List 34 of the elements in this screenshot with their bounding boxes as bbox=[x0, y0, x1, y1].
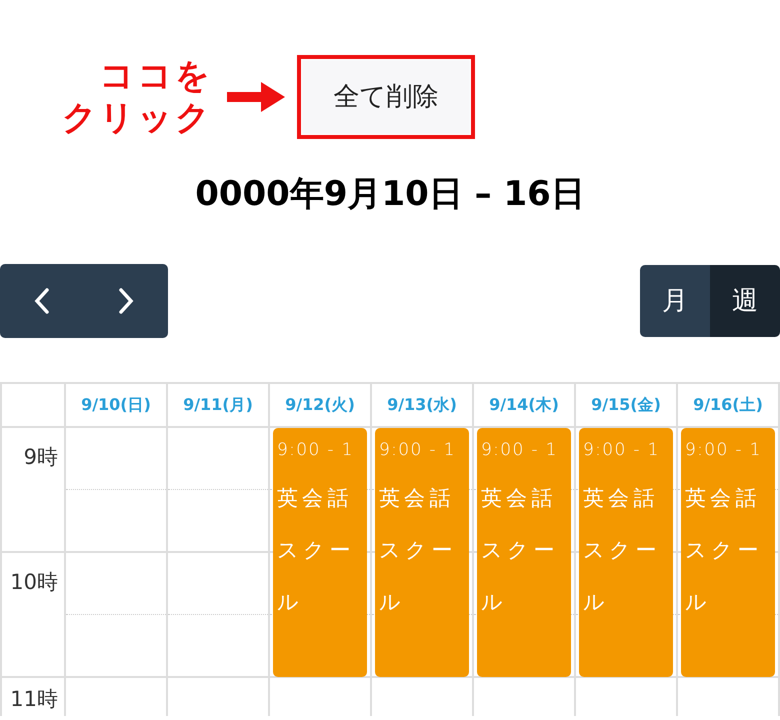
chevron-left-icon bbox=[34, 288, 50, 314]
day-header[interactable]: 9/10(日) bbox=[81, 393, 151, 417]
day-header[interactable]: 9/13(水) bbox=[387, 393, 457, 417]
hour-label: 9時 bbox=[24, 444, 58, 471]
arrow-icon bbox=[226, 80, 287, 114]
event-block[interactable]: 9:00 - 1 英会話スクール bbox=[681, 428, 775, 677]
day-header[interactable]: 9/14(木) bbox=[489, 393, 559, 417]
day-header[interactable]: 9/16(土) bbox=[693, 393, 763, 417]
event-title: 英会話スクール bbox=[685, 485, 764, 616]
day-header[interactable]: 9/12(火) bbox=[285, 393, 355, 417]
event-block[interactable]: 9:00 - 1 英会話スクール bbox=[477, 428, 571, 677]
event-time: 9:00 - 1 bbox=[481, 439, 559, 462]
event-time: 9:00 - 1 bbox=[583, 439, 661, 462]
view-tab[interactable]: 週 bbox=[710, 265, 780, 337]
view-tab[interactable]: 月 bbox=[640, 265, 710, 337]
event-title: 英会話スクール bbox=[481, 485, 560, 616]
day-header[interactable]: 9/15(金) bbox=[591, 393, 661, 417]
annotation-text: クリック bbox=[62, 97, 213, 139]
event-title: 英会話スクール bbox=[379, 485, 458, 616]
delete-all-button[interactable]: 全て削除 bbox=[302, 60, 470, 134]
event-title: 英会話スクール bbox=[583, 485, 662, 616]
day-header[interactable]: 9/11(月) bbox=[183, 393, 253, 417]
event-block[interactable]: 9:00 - 1 英会話スクール bbox=[273, 428, 367, 677]
event-block[interactable]: 9:00 - 1 英会話スクール bbox=[579, 428, 673, 677]
event-time: 9:00 - 1 bbox=[277, 439, 355, 462]
hour-label: 10時 bbox=[10, 569, 58, 596]
event-time: 9:00 - 1 bbox=[685, 439, 763, 462]
event-block[interactable]: 9:00 - 1 英会話スクール bbox=[375, 428, 469, 677]
event-title: 英会話スクール bbox=[277, 485, 356, 616]
week-title: 0000年9月10日 – 16日 bbox=[195, 173, 585, 216]
hour-label: 11時 bbox=[10, 686, 58, 713]
chevron-right-icon bbox=[118, 288, 134, 314]
event-time: 9:00 - 1 bbox=[379, 439, 457, 462]
annotation-text: ココを bbox=[100, 55, 213, 97]
